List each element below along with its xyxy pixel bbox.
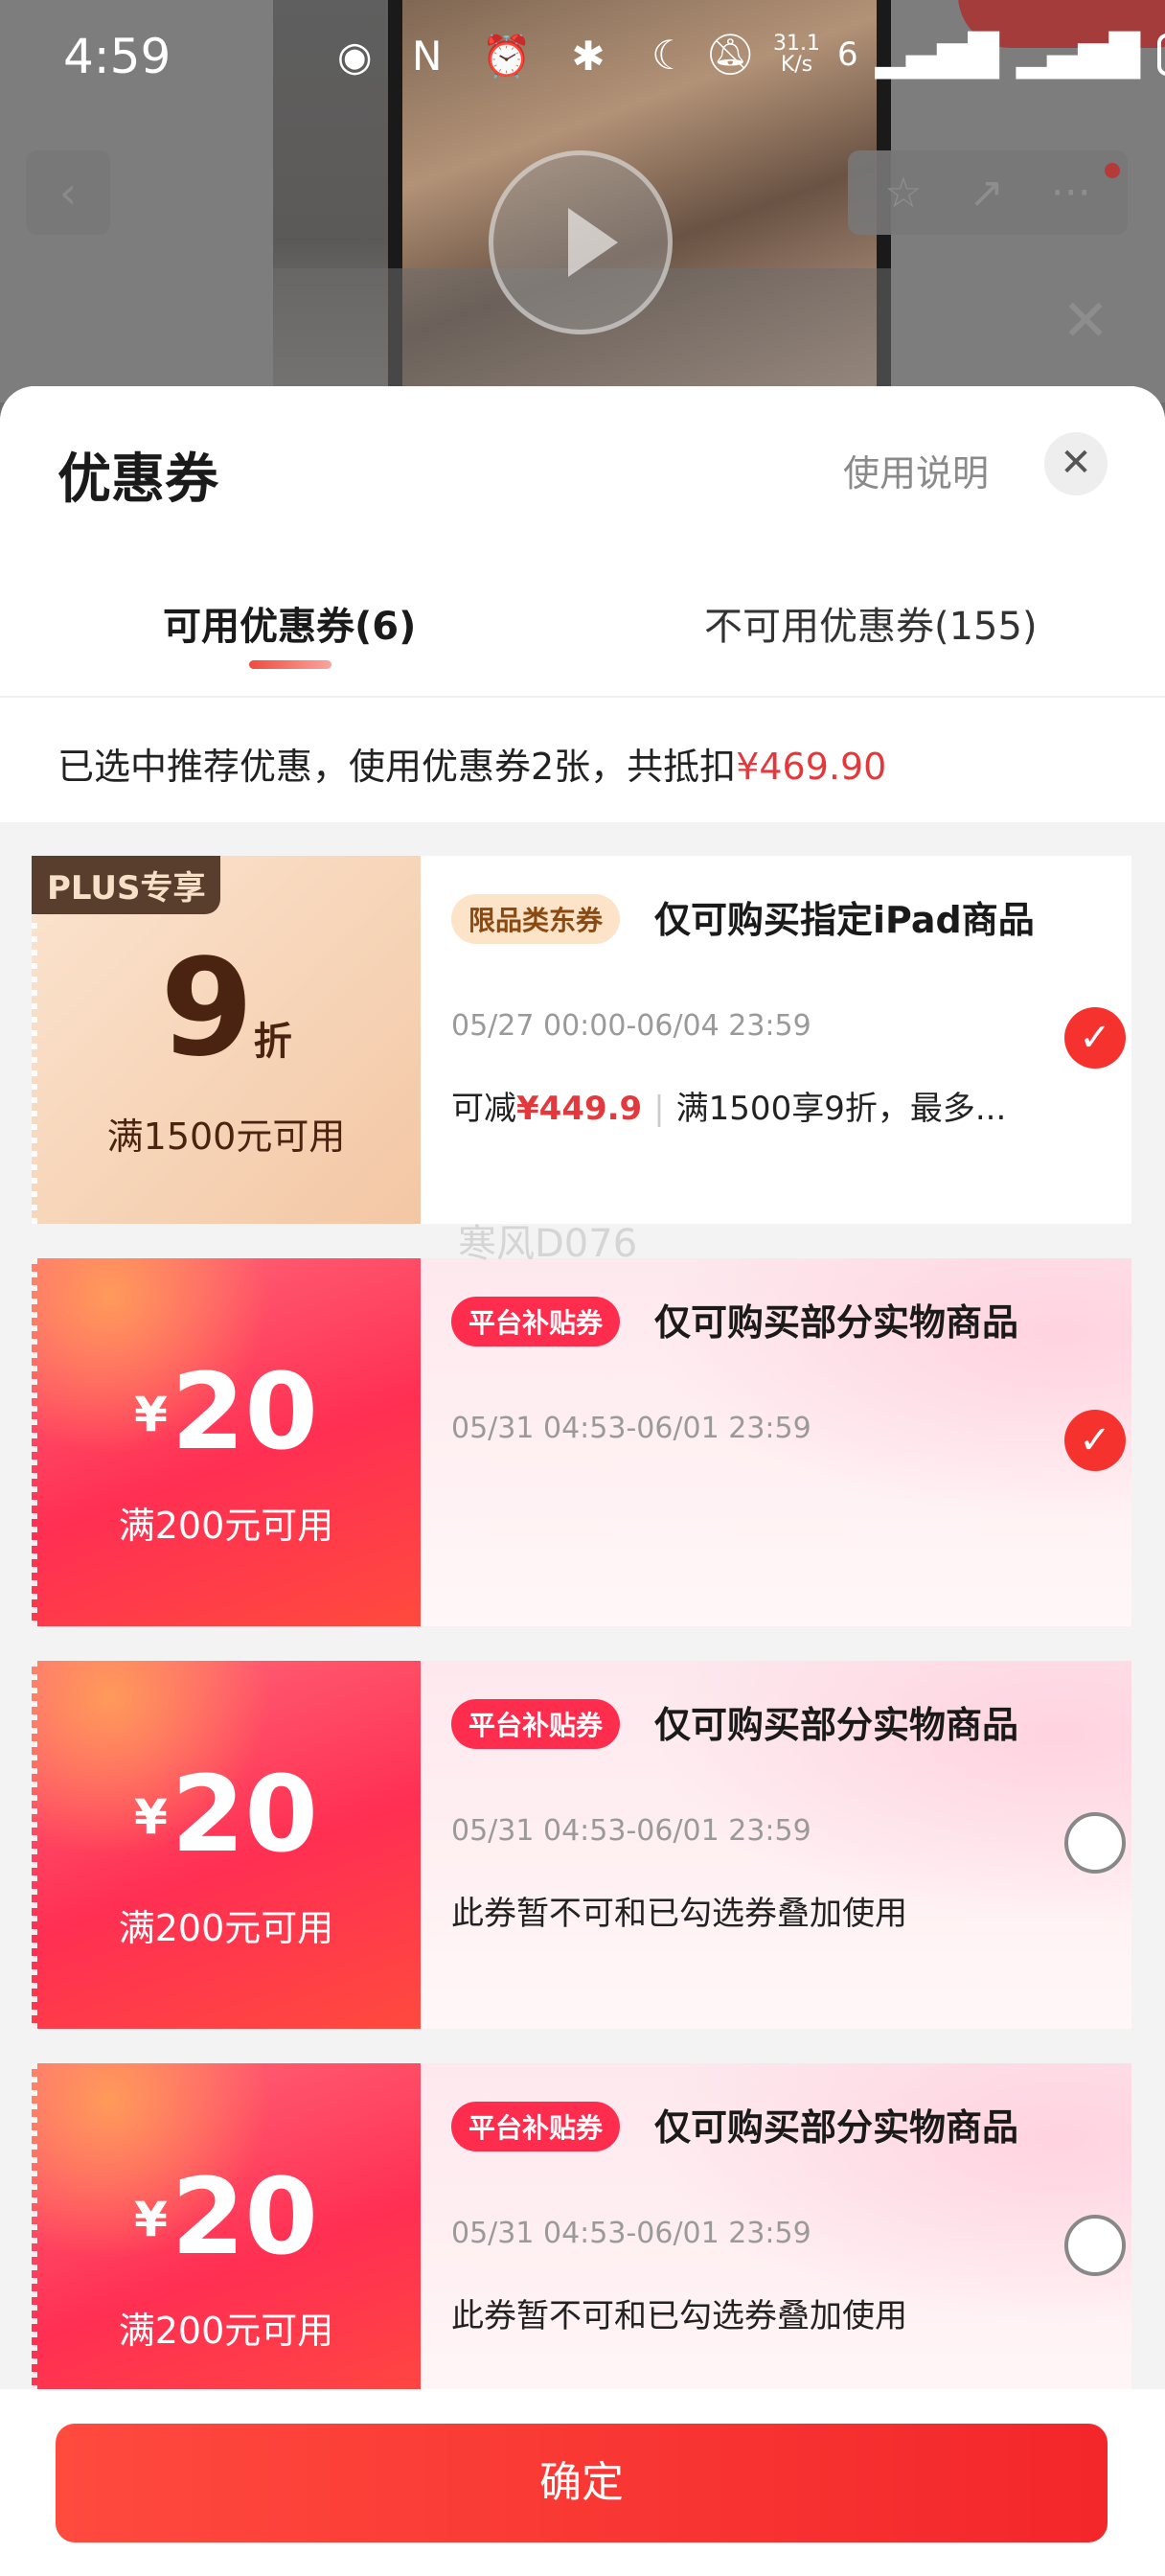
coupon-description: 可减¥449.9 | 满1500享9折，最多... [451,1090,1007,1128]
coupon-info-panel: 平台补贴券 仅可购买部分实物商品 05/31 04:53-06/01 23:59… [421,1258,1131,1626]
coupon-amount: ¥20 [134,1350,318,1473]
back-icon: ‹ [26,150,110,235]
coupon-validity: 05/31 04:53-06/01 23:59 [451,2217,811,2250]
coupon-checkbox-unchecked[interactable] [1064,2215,1126,2276]
coupon-condition: 满200元可用 [118,1505,334,1547]
coupon-discount: 9折 [160,931,292,1087]
header-actions: ☆ ↗ ··· [848,150,1128,235]
coupon-value-panel: ¥20 满200元可用 [32,2063,421,2431]
coupon-note: 此券暂不可和已勾选券叠加使用 [451,1895,907,1933]
coupon-condition: 满1500元可用 [106,1116,346,1158]
coupon-amount: ¥20 [134,2155,318,2278]
more-icon: ··· [1050,168,1091,218]
watermark: 寒风D076 [458,1222,638,1266]
coupon-amount: ¥20 [134,1753,318,1875]
coupon-value-panel: ¥20 满200元可用 [32,1258,421,1626]
coupon-validity: 05/27 00:00-06/04 23:59 [451,1009,811,1043]
summary-amount: ¥469.90 [736,746,887,788]
status-time: 4:59 [63,29,171,84]
coupon-title: 仅可购买部分实物商品 [654,1704,1019,1746]
coupon-sheet: 优惠券 使用说明 ✕ 可用优惠券(6) 不可用优惠券(155) 已选中推荐优惠，… [0,386,1165,2576]
coupon-type-tag: 平台补贴券 [451,1699,621,1749]
mute-icon: 🔕︎ [704,31,756,78]
status-icons-left: ◉ N ⏰ ✱ [337,33,619,80]
sheet-header: 优惠券 使用说明 ✕ 可用优惠券(6) 不可用优惠券(155) 已选中推荐优惠，… [0,386,1165,822]
coupon-checkbox-unchecked[interactable] [1064,1812,1126,1874]
network-speed: 31.1 K/s [772,32,820,77]
signal-icon-2: ▂▄▆█ [1016,31,1141,79]
coupon-condition: 满200元可用 [118,2310,334,2352]
coupon-type-tag: 限品类东券 [451,894,621,944]
coupon-validity: 05/31 04:53-06/01 23:59 [451,1412,811,1445]
coupon-type-tag: 平台补贴券 [451,1297,621,1346]
close-icon[interactable]: ✕ [1044,432,1108,495]
coupon-card[interactable]: ¥20 满200元可用 平台补贴券 仅可购买部分实物商品 05/31 04:53… [32,1258,1131,1626]
coupon-checkbox-checked[interactable]: ✓ [1064,1007,1126,1069]
coupon-info-panel: 平台补贴券 仅可购买部分实物商品 05/31 04:53-06/01 23:59… [421,2063,1131,2431]
coupon-type-tag: 平台补贴券 [451,2102,621,2151]
coupon-card[interactable]: PLUS专享 9折 满1500元可用 限品类东券 仅可购买指定iPad商品 05… [32,856,1131,1224]
coupon-title: 仅可购买部分实物商品 [654,2106,1019,2149]
coupon-validity: 05/31 04:53-06/01 23:59 [451,1814,811,1848]
confirm-button[interactable]: 确定 [56,2424,1108,2542]
coupon-value-panel: PLUS专享 9折 满1500元可用 [32,856,421,1224]
coupon-value-panel: ¥20 满200元可用 [32,1661,421,2029]
selection-summary: 已选中推荐优惠，使用优惠券2张，共抵扣¥469.90 [57,746,887,788]
video-close-icon: ✕ [1062,288,1110,355]
battery-indicator: 85 [1157,34,1165,76]
tab-available-coupons[interactable]: 可用优惠券(6) [163,595,416,651]
tab-unavailable-coupons[interactable]: 不可用优惠券(155) [704,595,1038,651]
status-icons-right: ☾ 🔕︎ 31.1 K/s 6 ▂▄▆█ ▂▄▆█ 85 [651,31,1165,79]
coupon-card[interactable]: ¥20 满200元可用 平台补贴券 仅可购买部分实物商品 05/31 04:53… [32,1661,1131,2029]
wifi-icon: 6 [836,35,858,74]
notification-dot [1105,163,1120,178]
coupon-info-panel: 平台补贴券 仅可购买部分实物商品 05/31 04:53-06/01 23:59… [421,1661,1131,2029]
coupon-note: 此券暂不可和已勾选券叠加使用 [451,2297,907,2335]
usage-instructions-link[interactable]: 使用说明 [843,444,989,496]
moon-icon: ☾ [651,31,688,79]
signal-icon: ▂▄▆█ [875,31,999,79]
coupon-title: 仅可购买部分实物商品 [654,1301,1019,1344]
active-tab-indicator [249,660,331,669]
share-icon: ↗ [969,168,1005,218]
coupon-info-panel: 限品类东券 仅可购买指定iPad商品 05/27 00:00-06/04 23:… [421,856,1131,1224]
coupon-title: 仅可购买指定iPad商品 [654,899,1035,941]
coupon-condition: 满200元可用 [118,1907,334,1949]
sheet-title: 优惠券 [57,448,218,511]
plus-exclusive-badge: PLUS专享 [32,856,221,914]
bottom-action-bar: 确定 [0,2389,1165,2576]
favorite-icon: ☆ [884,168,923,218]
divider [0,696,1165,698]
coupon-card[interactable]: ¥20 满200元可用 平台补贴券 仅可购买部分实物商品 05/31 04:53… [32,2063,1131,2431]
status-bar: 4:59 ◉ N ⏰ ✱ ☾ 🔕︎ 31.1 K/s 6 ▂▄▆█ ▂▄▆█ 8… [0,0,1165,115]
coupon-checkbox-checked[interactable]: ✓ [1064,1410,1126,1471]
play-video-icon [489,150,673,334]
